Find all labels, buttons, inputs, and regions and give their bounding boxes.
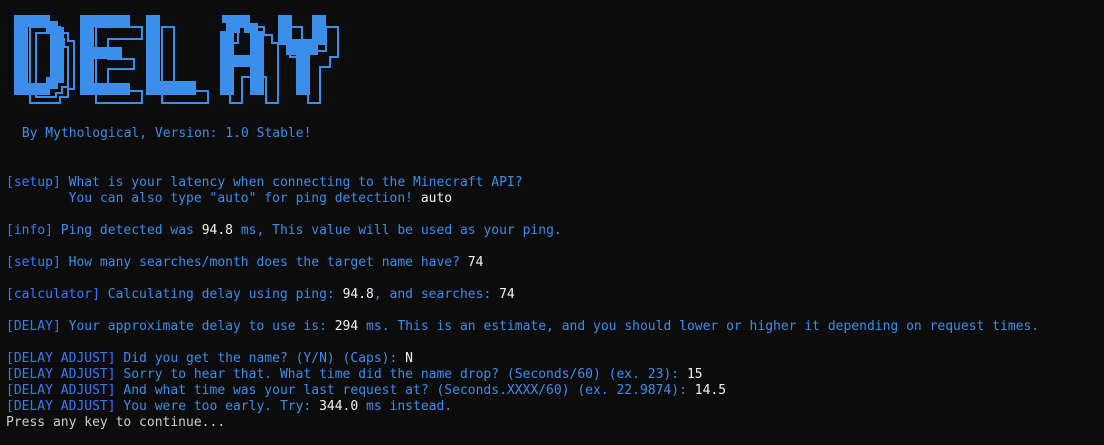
log-message: Did you get the name? (Y/N) (Caps): — [115, 351, 406, 366]
log-message: ms, This value will be used as your ping… — [233, 223, 562, 238]
log-tag: [info] — [6, 223, 53, 238]
delay-ascii-banner — [14, 15, 339, 104]
console-window[interactable]: By Mythological, Version: 1.0 Stable! [s… — [0, 0, 1104, 445]
ping-value: 94.8 — [201, 223, 233, 238]
version-byline: By Mythological, Version: 1.0 Stable! — [14, 126, 312, 141]
log-message: ms. This is an estimate, and you should … — [358, 319, 1040, 334]
console-line: [DELAY ADJUST] Sorry to hear that. What … — [6, 367, 703, 383]
log-tag: [calculator] — [6, 287, 100, 302]
log-message: , and searches: — [373, 287, 500, 302]
log-message: You can also type "auto" for ping detect… — [6, 191, 421, 206]
suggested-delay-value: 344.0 — [319, 399, 359, 414]
console-line: You can also type "auto" for ping detect… — [6, 191, 453, 207]
log-message: Calculating delay using ping: — [99, 287, 343, 302]
console-line: [calculator] Calculating delay using pin… — [6, 287, 515, 303]
log-message: How many searches/month does the target … — [60, 255, 468, 270]
console-line: [info] Ping detected was 94.8 ms, This v… — [6, 223, 562, 239]
continue-prompt[interactable]: Press any key to continue... — [6, 415, 225, 431]
log-message: What is your latency when connecting to … — [60, 175, 523, 190]
user-input-value: 15 — [686, 367, 703, 382]
ping-value: 94.8 — [342, 287, 374, 302]
console-line: [DELAY ADJUST] Did you get the name? (Y/… — [6, 351, 413, 367]
log-tag: [DELAY ADJUST] — [6, 383, 116, 398]
delay-value: 294 — [334, 319, 359, 334]
log-tag: [DELAY ADJUST] — [6, 367, 116, 382]
searches-value: 74 — [499, 287, 515, 302]
log-message: And what time was your last request at? … — [115, 383, 695, 398]
log-tag: [setup] — [6, 175, 61, 190]
log-tag: [DELAY] — [6, 319, 61, 334]
searches-value: 74 — [467, 255, 484, 270]
user-input-value: 14.5 — [694, 383, 727, 398]
log-tag: [DELAY ADJUST] — [6, 399, 116, 414]
console-line: [setup] What is your latency when connec… — [6, 175, 523, 191]
log-tag: [DELAY ADJUST] — [6, 351, 116, 366]
log-message: Ping detected was — [52, 223, 202, 238]
user-input-value: auto — [420, 191, 453, 206]
user-input-value: N — [405, 351, 413, 366]
console-line: [setup] How many searches/month does the… — [6, 255, 483, 271]
console-line: [DELAY] Your approximate delay to use is… — [6, 319, 1039, 335]
console-line: [DELAY ADJUST] And what time was your la… — [6, 383, 726, 399]
log-message: ms instead. — [358, 399, 453, 414]
log-message: Your approximate delay to use is: — [60, 319, 335, 334]
console-line: [DELAY ADJUST] You were too early. Try: … — [6, 399, 452, 415]
log-message: You were too early. Try: — [115, 399, 320, 414]
log-tag: [setup] — [6, 255, 61, 270]
log-message: Sorry to hear that. What time did the na… — [115, 367, 687, 382]
